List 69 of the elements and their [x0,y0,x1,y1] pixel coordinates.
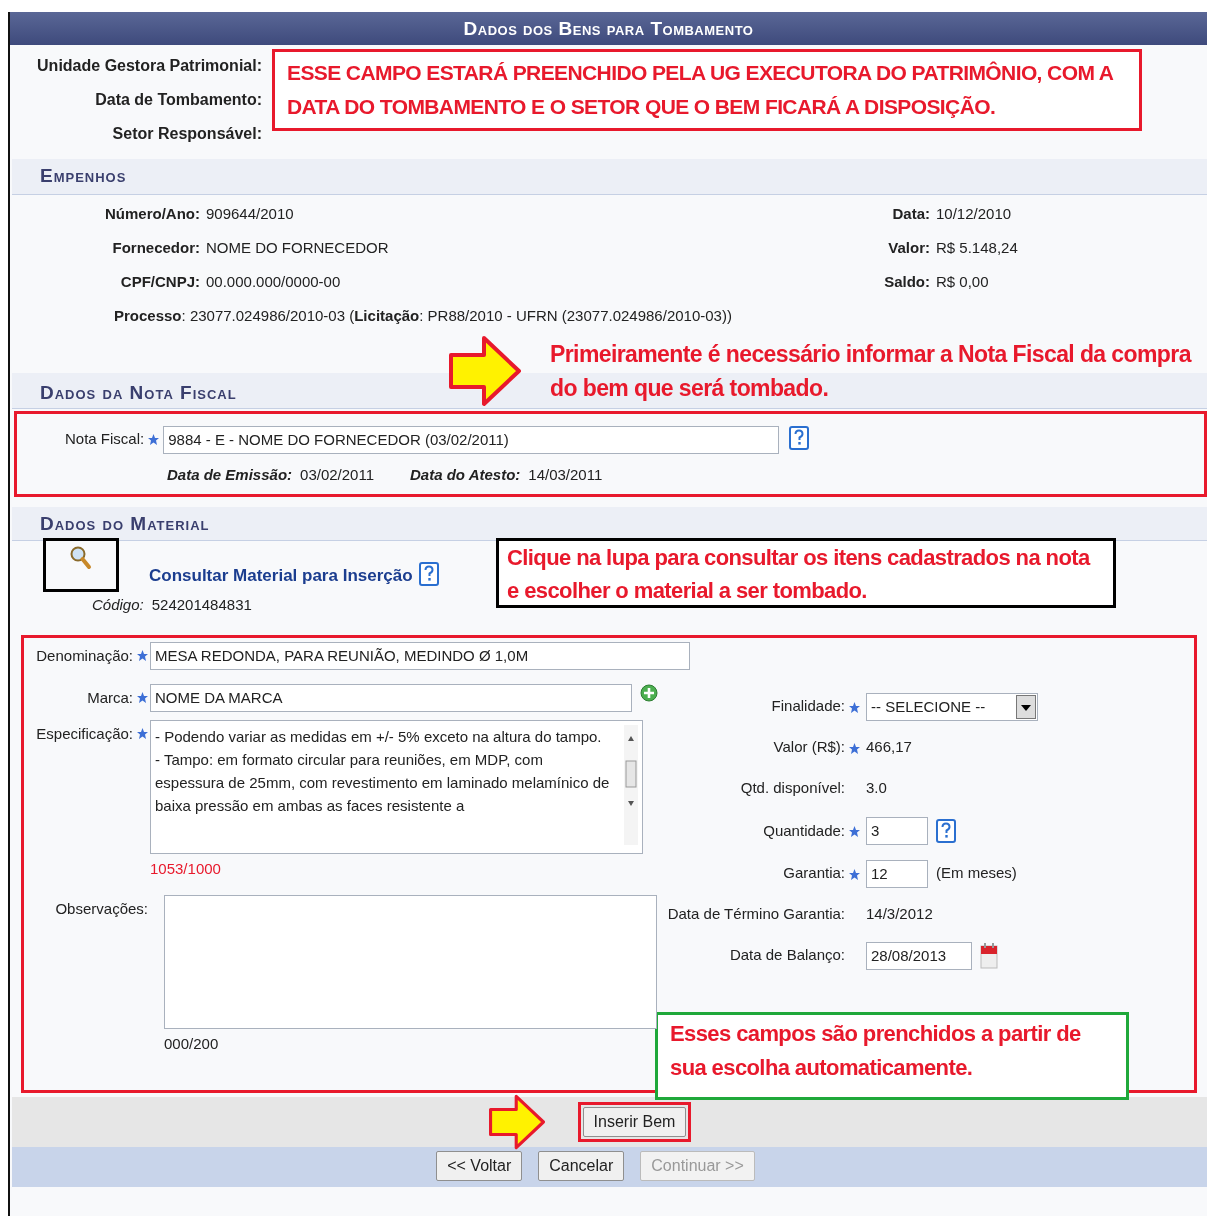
field-value: 524201484831 [151,595,252,615]
section-heading: Empenhos [12,159,1207,195]
field-value: 3.0 [866,778,887,799]
field-label: CPF/CNPJ: [119,271,200,292]
field-label: Quantidade: [763,820,845,841]
select-field[interactable]: -- SELECIONE -- [866,692,1038,721]
text-area[interactable]: - Podendo variar as medidas em +/- 5% exceto na altura do tampo. - Tampo: em formato circular para reuniões, em MDP, com espessura de 25mm, com revestimento em laminado melamínico de baixa pressão em ambas as faces resistente a [150,720,643,854]
input-field[interactable]: 3 [866,817,928,845]
field-label: Saldo: [883,271,930,292]
field-value: 03/02/2011 [300,464,374,485]
insert-button[interactable]: Inserir Bem [582,1107,687,1137]
input-field[interactable]: 9884 - E - NOME DO FORNECEDOR (03/02/2011) [163,425,780,454]
section-heading: Dados do Material [12,507,1207,541]
char-counter: 1053/1000 [150,859,222,879]
field-label: Unidade Gestora Patrimonial: [36,56,262,76]
annotation-note: ESSE CAMPO ESTARÁ PREENCHIDO PELA UG EXECUTORA DO PATRIMÔNIO, COM A DATA DO TOMBAMENTO E O SETOR QUE O BEM FICARÁ A DISPOSIÇÃO. [272,49,1142,131]
help-icon[interactable] [418,562,439,586]
field-label: Especificação: [36,724,133,744]
unit-label: (Em meses) [936,863,1017,884]
annotation-note: Clique na lupa para consultar os itens cadastrados na nota e escolher o material a ser tombado. [496,538,1116,608]
field-label: Data de Tombamento: [94,90,262,110]
field-label: Data: [891,203,930,224]
calendar-icon[interactable] [980,941,998,970]
field-value: 14/3/2012 [866,904,933,925]
field-label: Data de Balanço: [729,945,845,966]
field-value: 14/03/2011 [528,464,603,485]
field-label: Garantia: [783,863,845,884]
field-value: 909644/2010 [206,203,295,224]
dropdown-icon[interactable] [1016,694,1036,719]
field-value: 466,17 [866,737,912,758]
field-value: R$ 5.148,24 [936,237,1019,258]
search-icon [70,546,92,570]
field-label: Data do Atesto: [410,464,521,485]
field-label: Nota Fiscal: [65,429,145,450]
process-text: Processo: 23077.024986/2010-03 (Licitação: PR88/2010 - UFRN (23077.024986/2010-03)) [114,306,732,324]
add-icon[interactable] [640,684,658,702]
input-field[interactable]: 28/08/2013 [866,941,972,970]
field-label: Observações: [55,898,148,919]
field-value: 10/12/2010 [936,203,1013,224]
char-counter: 000/200 [164,1033,220,1054]
nav-button[interactable]: Cancelar [538,1151,625,1181]
field-label: Marca: [87,688,133,708]
annotation-note: Esses campos são prenchidos a partir de sua escolha automaticamente. [655,1012,1129,1100]
help-icon[interactable] [789,425,810,450]
field-value: 00.000.000/0000-00 [206,271,342,292]
field-value: R$ 0,00 [936,271,990,292]
consult-link[interactable]: Consultar Material para Inserção [149,562,413,588]
field-label: Setor Responsável: [111,124,262,144]
field-label: Fornecedor: [111,237,200,258]
nav-button[interactable]: << Voltar [436,1151,523,1181]
field-label: Valor (R$): [773,737,845,758]
search-button[interactable] [43,538,119,592]
field-label: Valor: [887,237,930,258]
arrow-icon [448,334,522,407]
annotation-text: Primeiramente é necessário informar a Nota Fiscal da compra do bem que será tombado. [550,339,1193,403]
field-label: Finalidade: [771,696,845,717]
field-label: Código: [92,595,144,615]
help-icon[interactable] [936,819,956,843]
input-field[interactable]: NOME DA MARCA [150,684,632,712]
field-label: Denominação: [36,646,133,666]
field-label: Número/Ano: [104,203,200,224]
section-title: Dados dos Bens para Tombamento [10,12,1207,45]
field-label: Data de Término Garantia: [667,904,845,925]
field-value: NOME DO FORNECEDOR [206,237,390,258]
select-value: -- SELECIONE -- [871,696,986,717]
field-label: Qtd. disponível: [740,778,845,799]
input-field[interactable]: 12 [866,859,928,888]
field-label: Data de Emissão: [167,464,293,485]
input-field[interactable]: MESA REDONDA, PARA REUNIÃO, MEDINDO Ø 1,0M [150,642,690,670]
